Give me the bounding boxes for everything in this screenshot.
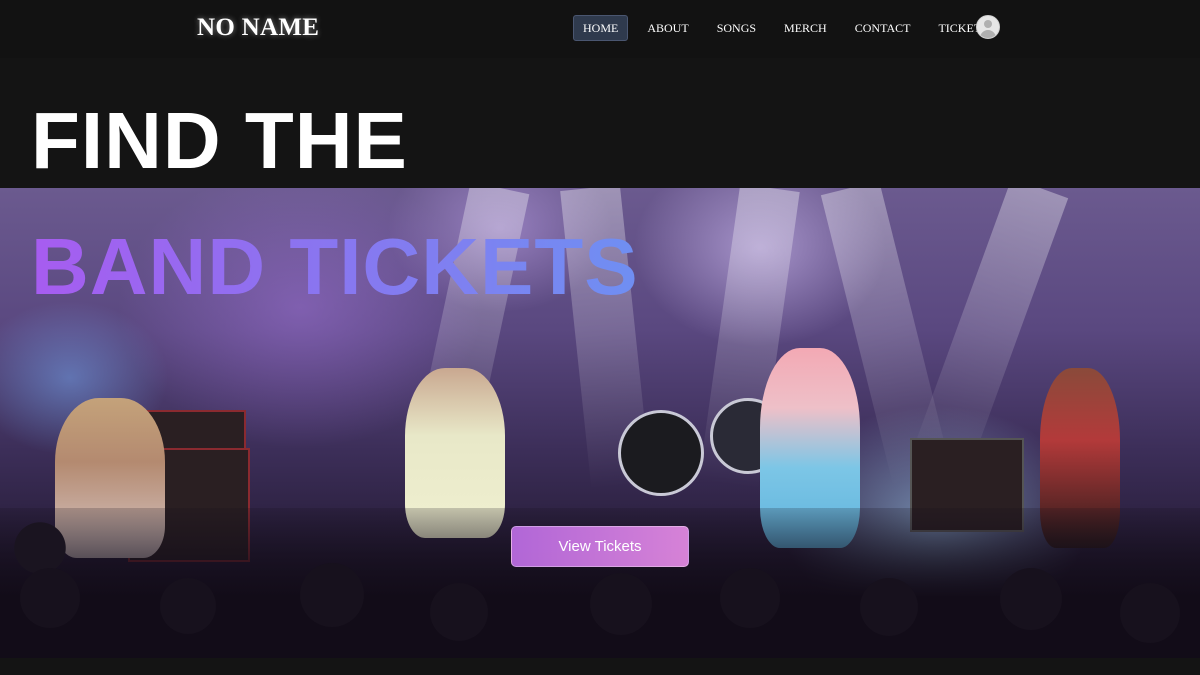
nav-songs[interactable]: SONGS bbox=[708, 16, 765, 40]
crowd-head bbox=[20, 568, 80, 628]
nav-merch[interactable]: MERCH bbox=[775, 16, 836, 40]
brand-logo[interactable]: NO NAME bbox=[197, 14, 319, 42]
nav-about[interactable]: ABOUT bbox=[638, 16, 697, 40]
crowd-head bbox=[430, 583, 488, 641]
bass-drum bbox=[618, 410, 704, 496]
crowd-head bbox=[590, 573, 652, 635]
hero-title-line-2: BAND TICKETS bbox=[31, 222, 639, 311]
crowd-head bbox=[1000, 568, 1062, 630]
crowd-head bbox=[160, 578, 216, 634]
hero-title-line-1: FIND THE bbox=[31, 96, 408, 185]
view-tickets-button[interactable]: View Tickets bbox=[511, 526, 689, 567]
main-nav: HOME ABOUT SONGS MERCH CONTACT TICKETS bbox=[573, 15, 997, 41]
top-navigation-bar: NO NAME HOME ABOUT SONGS MERCH CONTACT T… bbox=[0, 0, 1200, 58]
crowd-head bbox=[300, 563, 364, 627]
crowd-head bbox=[860, 578, 918, 636]
nav-home[interactable]: HOME bbox=[573, 15, 629, 41]
crowd-head bbox=[1120, 583, 1180, 643]
avatar-body-shape bbox=[980, 30, 996, 38]
nav-contact[interactable]: CONTACT bbox=[846, 16, 920, 40]
user-avatar-icon[interactable] bbox=[976, 15, 1000, 39]
avatar-head-shape bbox=[984, 20, 992, 28]
page-footer-strip bbox=[0, 658, 1200, 675]
crowd-head bbox=[720, 568, 780, 628]
